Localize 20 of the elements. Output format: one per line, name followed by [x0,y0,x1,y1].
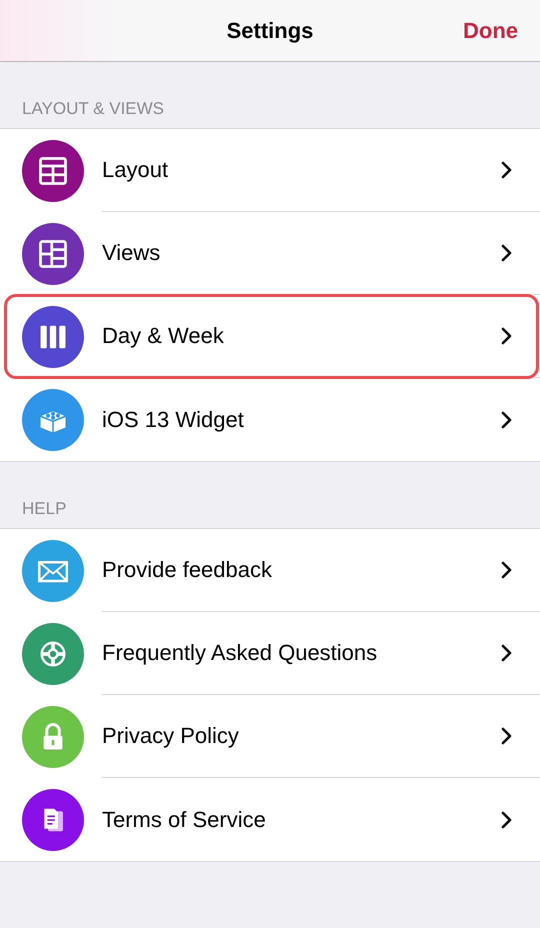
settings-row[interactable]: iOS 13 Widget [0,378,540,461]
settings-row[interactable]: Privacy Policy [0,695,540,778]
settings-row[interactable]: Frequently Asked Questions [0,612,540,695]
chevron-right-icon [500,243,514,263]
done-button[interactable]: Done [463,18,518,44]
chevron-right-icon [500,326,514,346]
settings-row[interactable]: Terms of Service [0,778,540,861]
settings-row[interactable]: Day & Week [0,295,540,378]
chevron-right-icon [500,726,514,746]
section-header: HELP [21,498,68,520]
section-header: LAYOUT & VIEWS [21,98,166,120]
chevron-right-icon [500,560,514,580]
settings-row[interactable]: Layout [0,129,540,212]
chevron-right-icon [500,810,514,830]
chevron-right-icon [500,410,514,430]
chevron-right-icon [500,160,514,180]
screen-title: Settings [226,18,314,44]
settings-row[interactable]: Views [0,212,540,295]
settings-row[interactable]: Provide feedback [0,529,540,612]
chevron-right-icon [500,643,514,663]
